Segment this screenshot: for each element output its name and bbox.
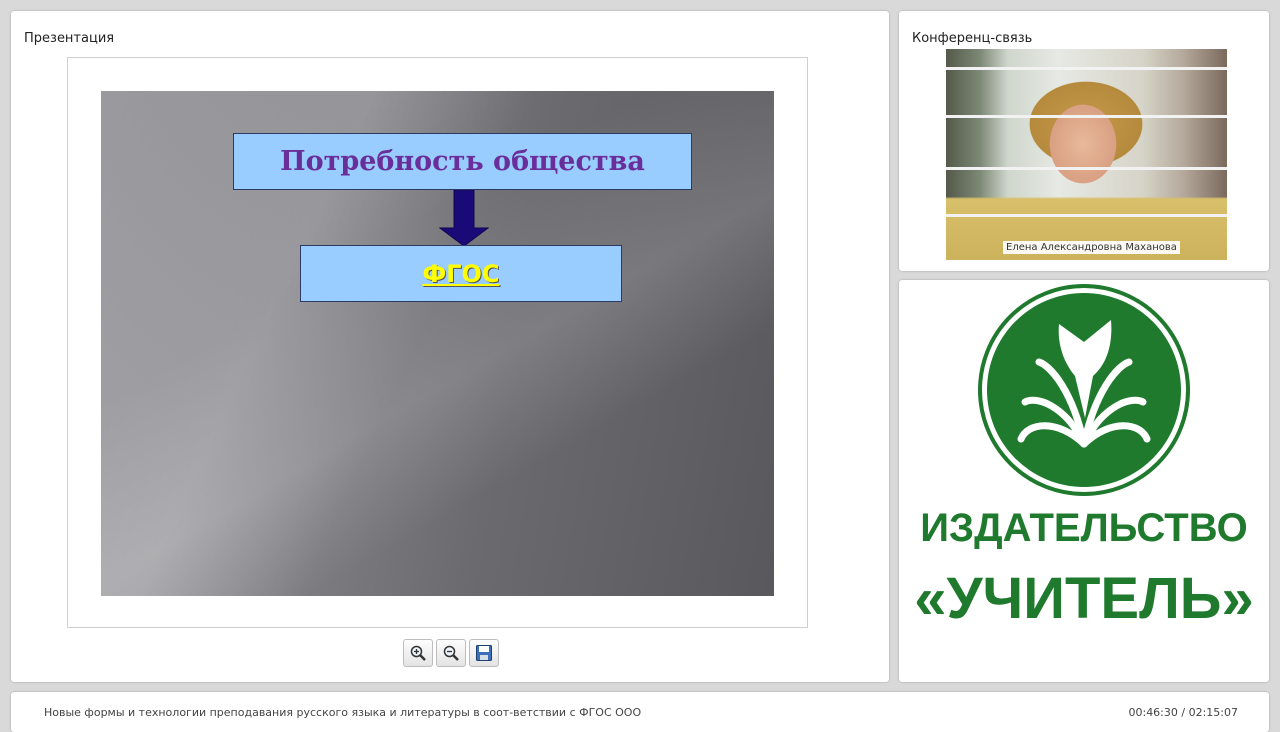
save-icon <box>476 645 492 661</box>
zoom-out-button[interactable] <box>436 639 466 667</box>
footer-bar: Новые формы и технологии преподавания ру… <box>11 692 1269 732</box>
playback-timecode: 00:46:30 / 02:15:07 <box>1128 706 1238 719</box>
slide-frame: Потребность общества ФГОС <box>67 57 808 628</box>
zoom-in-icon <box>410 645 426 661</box>
zoom-in-button[interactable] <box>403 639 433 667</box>
publisher-name-line2: «УЧИТЕЛЬ» <box>914 566 1254 631</box>
speaker-name-label: Елена Александровна Маханова <box>1003 241 1180 254</box>
slide-box-fgos: ФГОС <box>300 245 622 302</box>
slide: Потребность общества ФГОС <box>101 91 774 596</box>
presentation-panel: Презентация Потребность общества ФГОС <box>11 11 889 682</box>
save-button[interactable] <box>469 639 499 667</box>
publisher-logo-panel: ИЗДАТЕЛЬСТВО «УЧИТЕЛЬ» <box>899 280 1269 682</box>
conference-title: Конференц-связь <box>912 31 1033 46</box>
course-title: Новые формы и технологии преподавания ру… <box>44 706 642 719</box>
publisher-name-line1: ИЗДАТЕЛЬСТВО <box>920 506 1248 550</box>
slide-box-society-need: Потребность общества <box>233 133 692 190</box>
publisher-emblem-icon <box>978 284 1190 496</box>
speaker-video: Елена Александровна Маханова <box>946 49 1227 260</box>
presentation-title: Презентация <box>24 31 115 46</box>
slide-toolbar <box>403 639 499 669</box>
zoom-out-icon <box>443 645 459 661</box>
conference-panel: Конференц-связь Елена Александровна Маха… <box>899 11 1269 271</box>
arrow-down-icon <box>439 190 489 246</box>
